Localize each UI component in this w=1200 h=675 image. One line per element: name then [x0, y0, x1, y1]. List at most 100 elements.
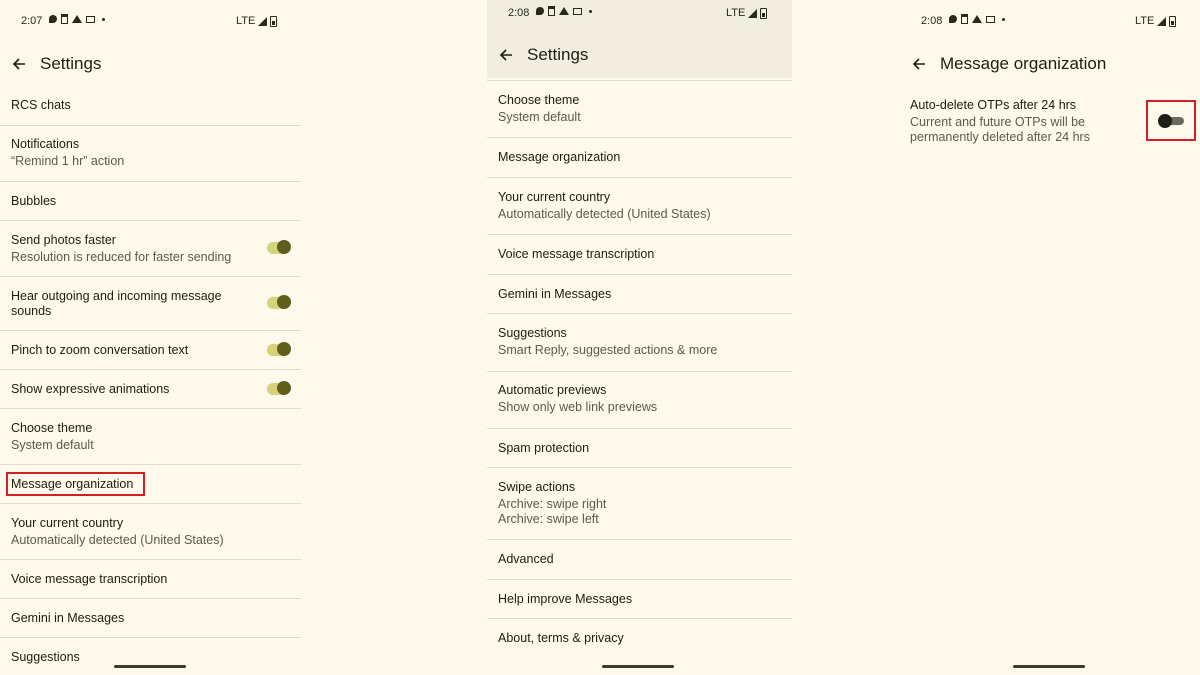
- toggle-knob: [277, 240, 291, 254]
- item-subtitle: System default: [498, 110, 581, 124]
- home-icon: [972, 15, 982, 23]
- toggle-knob: [277, 295, 291, 309]
- mail-icon: [986, 15, 995, 23]
- item-title: Pinch to zoom conversation text: [11, 343, 189, 357]
- item-title: Gemini in Messages: [498, 287, 612, 301]
- app-bar: Settings: [487, 42, 792, 68]
- setting-expressive-animations[interactable]: Show expressive animations: [0, 370, 301, 409]
- battery-icon: [1169, 15, 1177, 27]
- back-arrow-icon[interactable]: [7, 52, 31, 76]
- item-subtitle-line2: permanently deleted after 24 hrs: [910, 130, 1090, 144]
- item-title: Hear outgoing and incoming message: [11, 289, 222, 303]
- item-title: Show expressive animations: [11, 382, 170, 396]
- item-title: Spam protection: [498, 441, 590, 455]
- item-title: Choose theme: [498, 93, 580, 107]
- status-bar: 2:08 LTE: [898, 0, 1200, 42]
- message-sounds-toggle[interactable]: [267, 295, 291, 309]
- setting-advanced[interactable]: Advanced: [487, 540, 792, 580]
- setting-message-organization[interactable]: Message organization: [487, 138, 792, 178]
- setting-notifications[interactable]: Notifications “Remind 1 hr” action: [0, 126, 301, 182]
- status-bar: 2:08 LTE: [487, 0, 792, 42]
- highlight-box-message-organization: [6, 472, 145, 496]
- item-title: Voice message transcription: [11, 572, 168, 586]
- setting-message-sounds[interactable]: Hear outgoing and incoming message sound…: [0, 277, 301, 331]
- status-time: 2:08: [921, 15, 943, 27]
- setting-current-country[interactable]: Your current country Automatically detec…: [0, 504, 301, 560]
- more-notifications-dot-icon: [1002, 17, 1005, 21]
- setting-gemini[interactable]: Gemini in Messages: [487, 275, 792, 314]
- setting-rcs-chats[interactable]: RCS chats: [0, 86, 301, 126]
- item-title: Suggestions: [11, 650, 80, 664]
- home-icon: [72, 15, 82, 23]
- setting-choose-theme[interactable]: Choose theme System default: [0, 409, 301, 465]
- setting-pinch-to-zoom[interactable]: Pinch to zoom conversation text: [0, 331, 301, 370]
- cup-icon: [961, 14, 968, 24]
- home-icon: [559, 7, 569, 15]
- send-photos-faster-toggle[interactable]: [267, 240, 291, 254]
- item-title: Advanced: [498, 552, 554, 566]
- status-bar: 2:07 LTE: [0, 0, 301, 42]
- item-subtitle: Current and future OTPs will be: [910, 115, 1086, 129]
- expressive-animations-toggle[interactable]: [267, 381, 291, 395]
- message-organization-screen: 2:08 LTE Message organization Auto-delet…: [898, 0, 1200, 675]
- setting-suggestions[interactable]: Suggestions Smart Reply, suggested actio…: [487, 314, 792, 372]
- pinch-to-zoom-toggle[interactable]: [267, 342, 291, 356]
- signal-icon: [748, 8, 758, 18]
- setting-gemini[interactable]: Gemini in Messages: [0, 599, 301, 638]
- item-title: Your current country: [11, 516, 124, 530]
- item-subtitle: Archive: swipe right: [498, 497, 607, 511]
- gesture-handle[interactable]: [1013, 665, 1085, 668]
- setting-voice-transcription[interactable]: Voice message transcription: [0, 560, 301, 599]
- item-subtitle: Resolution is reduced for faster sending: [11, 250, 232, 264]
- setting-swipe-actions[interactable]: Swipe actions Archive: swipe right Archi…: [487, 468, 792, 540]
- app-bar: Settings: [0, 51, 301, 77]
- status-time: 2:07: [21, 15, 43, 27]
- item-title: About, terms & privacy: [498, 631, 624, 645]
- network-label: LTE: [726, 7, 746, 19]
- settings-screen-2: 2:08 LTE Settings Choose theme System de…: [487, 0, 792, 675]
- setting-about[interactable]: About, terms & privacy: [487, 619, 792, 659]
- network-label: LTE: [236, 15, 256, 27]
- app-bar: Message organization: [898, 51, 1200, 77]
- chat-icon: [49, 15, 57, 23]
- toggle-knob: [277, 342, 291, 356]
- signal-icon: [258, 16, 268, 26]
- gesture-handle[interactable]: [602, 665, 674, 668]
- signal-icon: [1157, 16, 1167, 26]
- settings-screen-1: 2:07 LTE Settings RCS chats Notification…: [0, 0, 301, 675]
- back-arrow-icon[interactable]: [907, 52, 931, 76]
- battery-icon: [270, 15, 278, 27]
- item-subtitle: System default: [11, 438, 94, 452]
- back-arrow-icon[interactable]: [494, 43, 518, 67]
- setting-choose-theme[interactable]: Choose theme System default: [487, 81, 792, 138]
- item-title: Choose theme: [11, 421, 93, 435]
- item-title: Gemini in Messages: [11, 611, 125, 625]
- chat-icon: [949, 15, 957, 23]
- setting-suggestions[interactable]: Suggestions: [0, 638, 301, 675]
- setting-send-photos-faster[interactable]: Send photos faster Resolution is reduced…: [0, 221, 301, 277]
- setting-current-country[interactable]: Your current country Automatically detec…: [487, 178, 792, 235]
- setting-automatic-previews[interactable]: Automatic previews Show only web link pr…: [487, 372, 792, 429]
- item-title: Suggestions: [498, 326, 567, 340]
- setting-voice-transcription[interactable]: Voice message transcription: [487, 235, 792, 275]
- setting-spam-protection[interactable]: Spam protection: [487, 429, 792, 468]
- item-subtitle: Show only web link previews: [498, 400, 658, 414]
- cup-icon: [61, 14, 68, 24]
- item-subtitle-line2: Archive: swipe left: [498, 512, 599, 526]
- item-subtitle: Smart Reply, suggested actions & more: [498, 343, 718, 357]
- mail-icon: [86, 15, 95, 23]
- network-label: LTE: [1135, 15, 1155, 27]
- status-right: LTE: [726, 7, 768, 19]
- toggle-knob: [277, 381, 291, 395]
- setting-help-improve[interactable]: Help improve Messages: [487, 580, 792, 619]
- item-title-line2: sounds: [11, 304, 52, 318]
- setting-bubbles[interactable]: Bubbles: [0, 182, 301, 221]
- notification-icons: [949, 14, 1005, 24]
- item-title: Your current country: [498, 190, 611, 204]
- page-title: Settings: [40, 54, 102, 73]
- status-right: LTE: [1135, 15, 1177, 27]
- item-subtitle: “Remind 1 hr” action: [11, 154, 125, 168]
- item-title: Swipe actions: [498, 480, 576, 494]
- gesture-handle[interactable]: [114, 665, 186, 668]
- status-time: 2:08: [508, 7, 530, 19]
